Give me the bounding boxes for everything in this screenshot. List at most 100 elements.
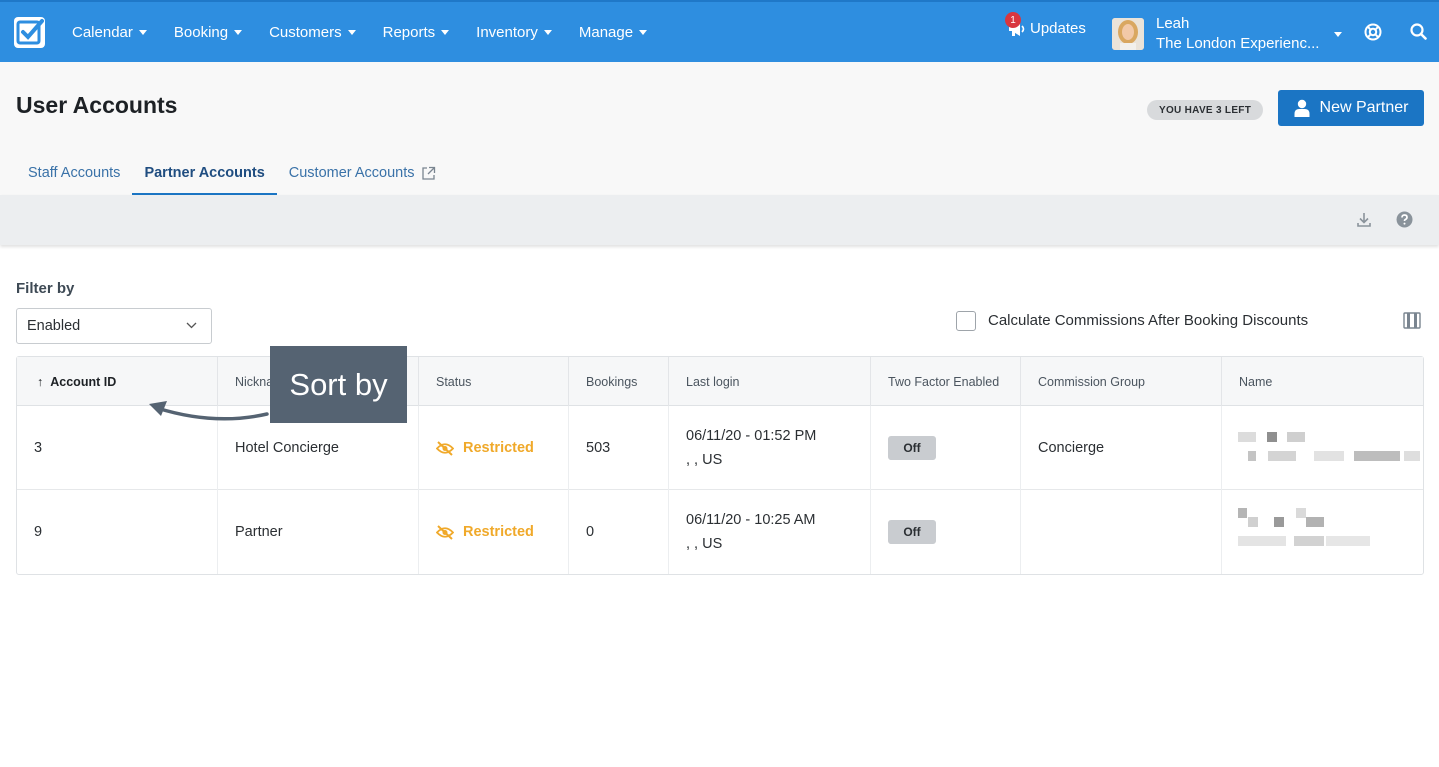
cell-name-redacted [1222, 406, 1423, 490]
chevron-down-icon [234, 29, 243, 35]
cell-two-factor: Off [871, 490, 1021, 574]
lifebuoy-icon[interactable] [1364, 23, 1382, 41]
chevron-down-icon [347, 29, 356, 35]
search-icon[interactable] [1410, 23, 1427, 40]
column-header-two-factor-label: Two Factor Enabled [888, 374, 1000, 389]
calculate-commissions-checkbox[interactable] [956, 311, 976, 331]
user-menu[interactable]: Leah The London Experienc... [1112, 14, 1319, 54]
status-label: Restricted [463, 440, 534, 456]
tab-staff-accounts-label: Staff Accounts [28, 165, 121, 181]
chevron-down-icon [543, 29, 552, 35]
main-menu: Calendar Booking Customers Reports Inven… [72, 2, 674, 62]
status-label: Restricted [463, 524, 534, 540]
avatar [1112, 18, 1144, 50]
cell-nickname: Partner [218, 490, 419, 574]
filter-select[interactable]: Enabled [16, 308, 212, 344]
table-toolbar [0, 195, 1439, 245]
cell-status: Restricted [419, 490, 569, 574]
column-header-commission-group[interactable]: Commission Group [1021, 357, 1222, 406]
cell-name-redacted [1222, 490, 1423, 574]
nav-manage[interactable]: Manage [578, 23, 648, 41]
tab-customer-accounts[interactable]: Customer Accounts [277, 153, 448, 195]
filter-label: Filter by [16, 280, 75, 297]
column-header-last-login[interactable]: Last login [669, 357, 871, 406]
nav-calendar-label: Calendar [72, 23, 133, 41]
chevron-down-icon [138, 29, 147, 35]
chevron-down-icon[interactable] [1334, 32, 1342, 37]
sort-by-tooltip: Sort by [270, 346, 407, 423]
chevron-down-icon [186, 322, 197, 329]
new-partner-label: New Partner [1319, 99, 1409, 116]
status-badge: Restricted [436, 440, 534, 456]
external-link-icon [421, 166, 435, 180]
updates-button[interactable]: 1 Updates [1005, 12, 1086, 37]
eye-slash-icon [436, 440, 454, 456]
tab-partner-accounts-label: Partner Accounts [144, 165, 265, 181]
nav-calendar[interactable]: Calendar [72, 24, 147, 41]
column-header-status[interactable]: Status [419, 357, 569, 406]
chevron-down-icon [639, 29, 648, 35]
cell-commission-group: Concierge [1021, 406, 1222, 490]
cell-last-login: 06/11/20 - 01:52 PM , , US [669, 406, 871, 490]
status-badge: Restricted [436, 524, 534, 540]
column-header-status-label: Status [436, 374, 472, 389]
account-tabs: Staff Accounts Partner Accounts Customer… [16, 153, 448, 195]
last-login-location: , , US [686, 536, 723, 552]
partner-accounts-table: ↑ Account ID Nicknar Status Bookings Las… [16, 356, 1424, 575]
nav-booking[interactable]: Booking [173, 23, 243, 41]
column-header-commission-group-label: Commission Group [1038, 374, 1145, 389]
user-icon [1294, 99, 1310, 117]
column-header-bookings-label: Bookings [586, 374, 638, 389]
nav-reports[interactable]: Reports [383, 24, 450, 41]
column-header-account-id-label: Account ID [50, 374, 117, 389]
calculate-commissions-label: Calculate Commissions After Booking Disc… [988, 312, 1309, 329]
tab-partner-accounts[interactable]: Partner Accounts [132, 153, 277, 195]
sort-ascending-icon: ↑ [37, 374, 44, 389]
new-partner-button[interactable]: New Partner [1278, 90, 1424, 126]
checkbox-logo-icon[interactable] [14, 17, 45, 48]
user-name: Leah [1156, 15, 1190, 32]
curved-arrow-icon [149, 401, 269, 421]
last-login-time: 06/11/20 - 01:52 PM [686, 428, 817, 444]
nav-inventory-label: Inventory [476, 23, 538, 41]
chevron-down-icon [441, 29, 450, 35]
last-login-location: , , US [686, 452, 723, 468]
cell-status: Restricted [419, 406, 569, 490]
two-factor-badge: Off [888, 520, 936, 544]
redacted-name-pixels [1238, 432, 1423, 462]
nav-customers-label: Customers [269, 23, 342, 41]
eye-slash-icon [436, 524, 454, 540]
page-title: User Accounts [16, 92, 178, 118]
user-company: The London Experienc... [1156, 35, 1320, 52]
columns-icon[interactable] [1403, 312, 1421, 329]
table-row[interactable]: 9 Partner Restricted 0 06/11/20 - 10:25 … [17, 490, 1423, 574]
top-navigation-bar: Calendar Booking Customers Reports Inven… [0, 0, 1439, 62]
tab-customer-accounts-label: Customer Accounts [288, 165, 415, 181]
help-icon[interactable] [1396, 211, 1413, 228]
nav-inventory[interactable]: Inventory [476, 24, 552, 41]
redacted-name-pixels [1238, 508, 1423, 548]
nav-reports-label: Reports [382, 23, 436, 41]
last-login-time: 06/11/20 - 10:25 AM [686, 512, 816, 528]
remaining-accounts-badge: YOU HAVE 3 LEFT [1147, 100, 1264, 120]
nav-booking-label: Booking [173, 23, 229, 41]
column-header-name[interactable]: Name [1222, 357, 1423, 406]
column-header-name-label: Name [1239, 374, 1273, 389]
nav-customers[interactable]: Customers [269, 24, 356, 41]
cell-two-factor: Off [871, 406, 1021, 490]
filter-select-value: Enabled [27, 318, 81, 334]
cell-bookings: 0 [569, 490, 669, 574]
two-factor-badge: Off [888, 436, 936, 460]
column-header-two-factor[interactable]: Two Factor Enabled [871, 357, 1021, 406]
download-icon[interactable] [1357, 212, 1371, 227]
cell-bookings: 503 [569, 406, 669, 490]
updates-count-badge: 1 [1005, 12, 1021, 28]
nav-manage-label: Manage [578, 23, 634, 41]
column-header-last-login-label: Last login [686, 374, 740, 389]
cell-account-id: 9 [17, 490, 218, 574]
cell-last-login: 06/11/20 - 10:25 AM , , US [669, 490, 871, 574]
tab-staff-accounts[interactable]: Staff Accounts [16, 153, 132, 195]
updates-label: Updates [1030, 20, 1086, 37]
cell-commission-group [1021, 490, 1222, 574]
column-header-bookings[interactable]: Bookings [569, 357, 669, 406]
